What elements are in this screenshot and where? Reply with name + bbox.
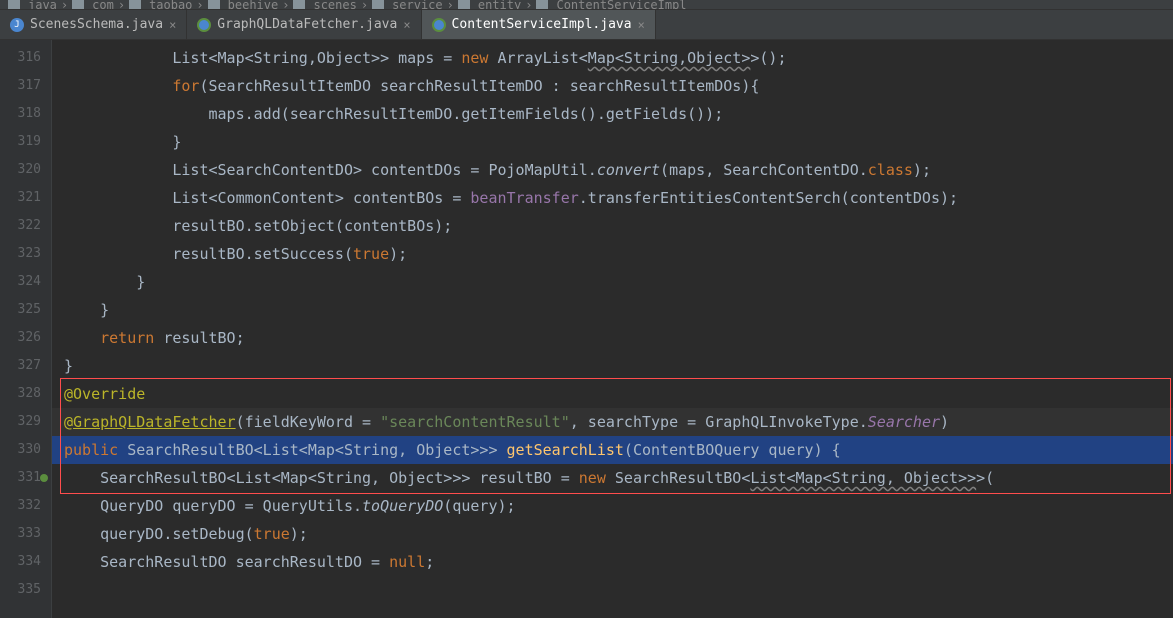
java-file-icon: J — [10, 18, 24, 32]
close-icon[interactable]: × — [638, 18, 645, 32]
code-line[interactable]: SearchResultBO<List<Map<String, Object>>… — [52, 464, 1173, 492]
folder-icon — [129, 0, 141, 10]
code-line[interactable]: resultBO.setSuccess(true); — [52, 240, 1173, 268]
editor-tabs: JScenesSchema.java×GraphQLDataFetcher.ja… — [0, 10, 1173, 40]
code-line[interactable]: @Override — [52, 380, 1173, 408]
tab-scenesschema-java[interactable]: J ScenesSchema.java × — [0, 10, 187, 39]
folder-icon — [72, 0, 84, 10]
folder-icon — [8, 0, 20, 10]
line-number: 326 — [0, 324, 41, 352]
line-gutter: 3163173183193203213223233243253263273283… — [0, 40, 52, 618]
class-file-icon — [197, 18, 211, 32]
line-number: 317 — [0, 72, 41, 100]
breadcrumb: java›com›taobao›beehive›scenes›service›e… — [0, 0, 1173, 10]
breakpoint-icon[interactable] — [40, 474, 48, 482]
line-number: 331 — [0, 464, 41, 492]
breadcrumb-item[interactable]: beehive — [208, 0, 279, 10]
line-number: 323 — [0, 240, 41, 268]
breadcrumb-item[interactable]: entity — [458, 0, 521, 10]
code-area[interactable]: List<Map<String,Object>> maps = new Arra… — [52, 40, 1173, 618]
folder-icon — [372, 0, 384, 10]
folder-icon — [536, 0, 548, 10]
code-line[interactable]: } — [52, 296, 1173, 324]
code-line[interactable]: public SearchResultBO<List<Map<String, O… — [52, 436, 1173, 464]
breadcrumb-item[interactable]: service — [372, 0, 443, 10]
folder-icon — [458, 0, 470, 10]
class-file-icon — [432, 18, 446, 32]
line-number: 318 — [0, 100, 41, 128]
code-line[interactable]: @GraphQLDataFetcher(fieldKeyWord = "sear… — [52, 408, 1173, 436]
breadcrumb-item[interactable]: java — [8, 0, 57, 10]
editor: 3163173183193203213223233243253263273283… — [0, 40, 1173, 618]
line-number: 334 — [0, 548, 41, 576]
code-line[interactable]: List<CommonContent> contentBOs = beanTra… — [52, 184, 1173, 212]
breadcrumb-item[interactable]: ContentServiceImpl — [536, 0, 686, 10]
code-line[interactable]: } — [52, 268, 1173, 296]
line-number: 324 — [0, 268, 41, 296]
line-number: 316 — [0, 44, 41, 72]
line-number: 321 — [0, 184, 41, 212]
breadcrumb-item[interactable]: com — [72, 0, 114, 10]
line-number: 319 — [0, 128, 41, 156]
code-line[interactable]: for(SearchResultItemDO searchResultItemD… — [52, 72, 1173, 100]
line-number: 333 — [0, 520, 41, 548]
code-line[interactable]: SearchResultDO searchResultDO = null; — [52, 548, 1173, 576]
code-line[interactable]: List<Map<String,Object>> maps = new Arra… — [52, 44, 1173, 72]
line-number: 322 — [0, 212, 41, 240]
folder-icon — [293, 0, 305, 10]
close-icon[interactable]: × — [169, 18, 176, 32]
close-icon[interactable]: × — [403, 18, 410, 32]
code-line[interactable]: } — [52, 352, 1173, 380]
breadcrumb-item[interactable]: scenes — [293, 0, 356, 10]
code-line[interactable]: QueryDO queryDO = QueryUtils.toQueryDO(q… — [52, 492, 1173, 520]
breadcrumb-item[interactable]: taobao — [129, 0, 192, 10]
code-line[interactable]: maps.add(searchResultItemDO.getItemField… — [52, 100, 1173, 128]
code-line[interactable]: List<SearchContentDO> contentDOs = PojoM… — [52, 156, 1173, 184]
code-line[interactable]: resultBO.setObject(contentBOs); — [52, 212, 1173, 240]
line-number: 329 — [0, 408, 41, 436]
line-number: 328 — [0, 380, 41, 408]
tab-label: GraphQLDataFetcher.java — [217, 17, 397, 32]
tab-graphqldatafetcher-java[interactable]: GraphQLDataFetcher.java × — [187, 10, 421, 39]
code-line[interactable]: return resultBO; — [52, 324, 1173, 352]
code-line[interactable]: queryDO.setDebug(true); — [52, 520, 1173, 548]
line-number: 335 — [0, 576, 41, 604]
line-number: 332 — [0, 492, 41, 520]
tab-contentserviceimpl-java[interactable]: ContentServiceImpl.java × — [422, 10, 656, 39]
line-number: 325 — [0, 296, 41, 324]
line-number: 330 — [0, 436, 41, 464]
folder-icon — [208, 0, 220, 10]
tab-label: ScenesSchema.java — [30, 17, 163, 32]
tab-label: ContentServiceImpl.java — [452, 17, 632, 32]
code-line[interactable]: } — [52, 128, 1173, 156]
line-number: 320 — [0, 156, 41, 184]
line-number: 327 — [0, 352, 41, 380]
